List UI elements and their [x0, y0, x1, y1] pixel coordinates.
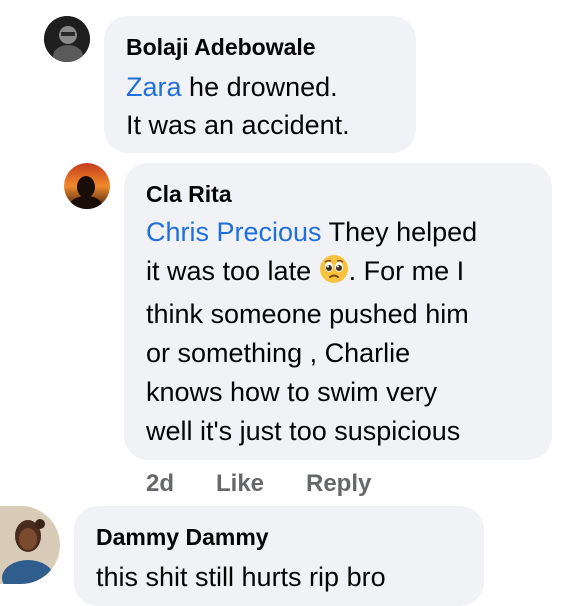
comment-text-line: well it's just too suspicious	[146, 416, 461, 446]
avatar[interactable]	[0, 506, 60, 584]
avatar-image	[0, 506, 60, 584]
comment-actions: 2d Like Reply	[146, 470, 446, 500]
comment-text-line: think someone pushed him	[146, 299, 469, 329]
comment-text-line: It was an accident.	[126, 110, 350, 140]
avatar[interactable]	[44, 16, 90, 62]
comment-text: this shit still hurts rip bro	[96, 562, 386, 592]
timestamp[interactable]: 2d	[146, 470, 174, 498]
comment-bubble: Cla Rita Chris Precious They helped it w…	[124, 163, 552, 460]
comment-text-line: or something , Charlie	[146, 338, 411, 368]
comment-text-line: knows how to swim very	[146, 377, 438, 407]
avatar[interactable]	[64, 163, 110, 209]
comment-text: Zara he drowned. It was an accident.	[126, 68, 350, 144]
mention-link[interactable]: Zara	[126, 72, 182, 102]
pleading-face-emoji	[319, 254, 349, 295]
comment-author[interactable]: Dammy Dammy	[96, 524, 269, 551]
mention-link[interactable]: Chris Precious	[146, 217, 322, 247]
comment-text-line: he drowned.	[189, 72, 338, 102]
comment-text-line: They helped	[328, 217, 478, 247]
comment-text: Chris Precious They helped it was too la…	[146, 213, 477, 451]
comment-text-line: it was too late	[146, 256, 312, 286]
reply-button[interactable]: Reply	[306, 470, 371, 498]
comment-author[interactable]: Cla Rita	[146, 181, 232, 208]
avatar-image	[64, 163, 110, 209]
comment-bubble: Dammy Dammy this shit still hurts rip br…	[74, 506, 484, 606]
comment-bubble: Bolaji Adebowale Zara he drowned. It was…	[104, 16, 416, 153]
like-button[interactable]: Like	[216, 470, 264, 498]
avatar-image	[44, 16, 90, 62]
comment-author[interactable]: Bolaji Adebowale	[126, 34, 316, 61]
comment-text-line: . For me I	[348, 256, 465, 286]
